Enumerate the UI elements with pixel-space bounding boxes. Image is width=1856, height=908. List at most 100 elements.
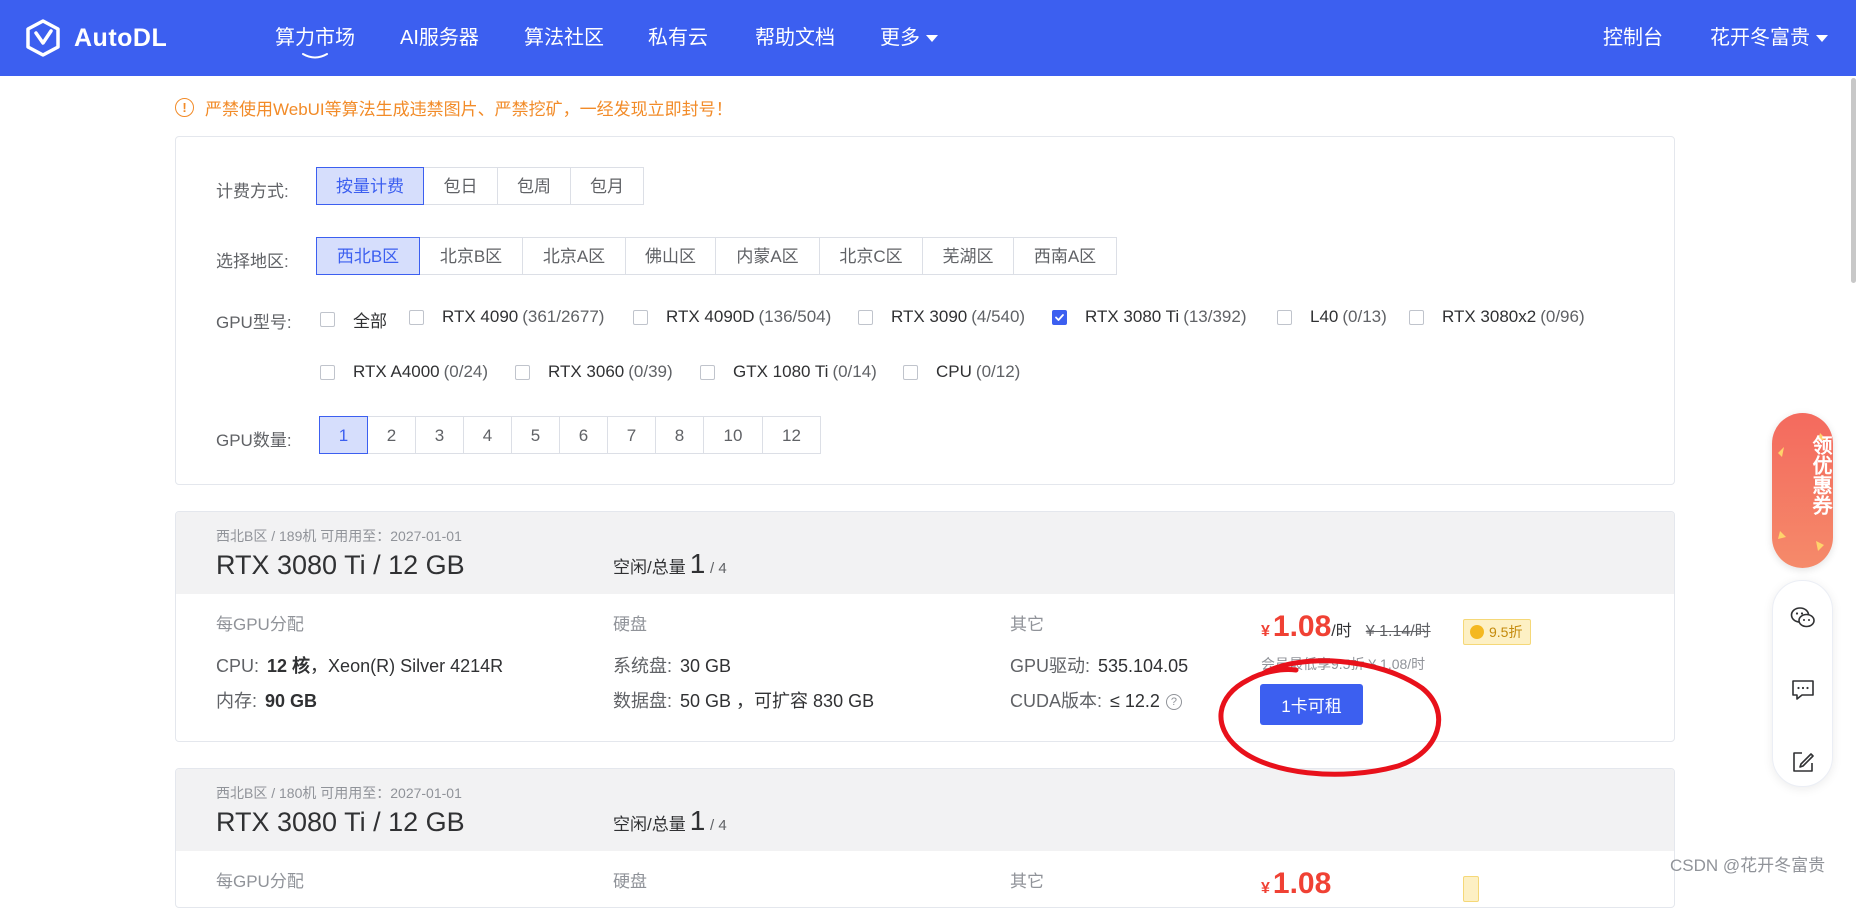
gpu-count-option[interactable]: 1 bbox=[319, 416, 368, 454]
gpu-count-option[interactable]: 8 bbox=[655, 416, 704, 454]
filter-panel: 计费方式: 按量计费 包日 包周 包月 选择地区: 西北B区 北京B区 北京A区… bbox=[175, 136, 1675, 485]
user-menu[interactable]: 花开冬富贵 bbox=[1710, 0, 1828, 76]
checkbox[interactable] bbox=[320, 364, 335, 380]
region-option[interactable]: 北京A区 bbox=[522, 237, 626, 275]
gpu-option-name: GTX 1080 Ti bbox=[733, 362, 829, 381]
machine-title: RTX 3080 Ti / 12 GB bbox=[216, 807, 465, 837]
checkbox[interactable] bbox=[515, 364, 530, 380]
gpu-option-count: (136/504) bbox=[758, 307, 832, 326]
gpu-count-option[interactable]: 5 bbox=[511, 416, 560, 454]
edit-icon[interactable] bbox=[1790, 749, 1816, 775]
driver-row: GPU驱动: 535.104.05 bbox=[1010, 652, 1188, 678]
nav-item-ai-server[interactable]: AI服务器 bbox=[400, 0, 479, 76]
gpu-option-name: CPU bbox=[936, 362, 972, 381]
gpu-option-l40[interactable]: L40 (0/13) bbox=[1277, 307, 1387, 327]
region-option[interactable]: 西南A区 bbox=[1013, 237, 1117, 275]
gpu-count-option[interactable]: 10 bbox=[703, 416, 763, 454]
nav-item-private-cloud[interactable]: 私有云 bbox=[648, 0, 708, 76]
billing-label: 计费方式: bbox=[216, 182, 289, 201]
coupon-widget[interactable]: 领优惠券 bbox=[1772, 413, 1833, 568]
gpu-option-rtx3060[interactable]: RTX 3060 (0/39) bbox=[515, 362, 673, 382]
region-segmented: 西北B区 北京B区 北京A区 佛山区 内蒙A区 北京C区 芜湖区 西南A区 bbox=[316, 237, 1117, 275]
nav-item-label: 算力市场 bbox=[275, 27, 355, 49]
nav-item-algorithm-community[interactable]: 算法社区 bbox=[524, 0, 604, 76]
gpu-option-gtx1080ti[interactable]: GTX 1080 Ti (0/14) bbox=[700, 362, 877, 382]
nav-item-label: 帮助文档 bbox=[755, 27, 835, 49]
message-icon[interactable] bbox=[1790, 677, 1816, 703]
machine-idle-total: 空闲/总量 1 / 4 bbox=[613, 805, 727, 837]
region-option[interactable]: 北京C区 bbox=[819, 237, 923, 275]
billing-option-monthly[interactable]: 包月 bbox=[570, 167, 644, 205]
checkbox[interactable] bbox=[320, 312, 335, 327]
nav-console[interactable]: 控制台 bbox=[1603, 0, 1663, 76]
gpu-option-rtx4090d[interactable]: RTX 4090D (136/504) bbox=[633, 307, 831, 327]
gpu-count-option[interactable]: 2 bbox=[367, 416, 416, 454]
checkbox[interactable] bbox=[903, 364, 918, 380]
nav-item-label: 私有云 bbox=[648, 27, 708, 49]
gpu-option-name: 全部 bbox=[353, 312, 387, 331]
wechat-icon[interactable] bbox=[1790, 605, 1816, 631]
data-disk-row: 数据盘: 50 GB ，可扩容 830 GB bbox=[613, 687, 874, 713]
checkbox[interactable] bbox=[409, 309, 424, 325]
gpu-option-count: (0/24) bbox=[443, 362, 489, 381]
price-note: 会员最低享9.5折 ¥ 1.08/时 bbox=[1261, 656, 1426, 672]
region-option[interactable]: 内蒙A区 bbox=[715, 237, 820, 275]
region-option[interactable]: 北京B区 bbox=[419, 237, 523, 275]
mem-label: 内存: bbox=[216, 691, 258, 711]
gpu-option-all[interactable]: 全部 bbox=[320, 307, 387, 332]
cpu-row: CPU: 12 核，Xeon(R) Silver 4214R bbox=[216, 652, 503, 678]
coupon-text: 领优惠券 bbox=[1809, 435, 1831, 515]
nav-item-compute-market[interactable]: 算力市场 bbox=[275, 0, 355, 76]
gpu-option-rtxa4000[interactable]: RTX A4000 (0/24) bbox=[320, 362, 488, 382]
gpu-option-rtx3080x2[interactable]: RTX 3080x2 (0/96) bbox=[1409, 307, 1585, 327]
machine-meta: 西北B区 / 180机 可用用至：2027-01-01 bbox=[216, 785, 462, 801]
price-value: 1.08 bbox=[1272, 867, 1332, 900]
gpu-option-rtx4090[interactable]: RTX 4090 (361/2677) bbox=[409, 307, 604, 327]
gpu-count-option[interactable]: 12 bbox=[762, 416, 821, 454]
price: ¥1.08 bbox=[1261, 867, 1331, 901]
billing-option-daily[interactable]: 包日 bbox=[423, 167, 498, 205]
machine-card: 西北B区 / 180机 可用用至：2027-01-01 RTX 3080 Ti … bbox=[175, 768, 1675, 908]
gpu-option-rtx3080ti[interactable]: RTX 3080 Ti (13/392) bbox=[1052, 307, 1247, 327]
cuda-value: ≤ 12.2 bbox=[1110, 691, 1160, 711]
nav-item-help-docs[interactable]: 帮助文档 bbox=[755, 0, 835, 76]
price-unit: /时 bbox=[1331, 623, 1352, 640]
checkbox-checked[interactable] bbox=[1052, 309, 1067, 325]
driver-label: GPU驱动: bbox=[1010, 656, 1091, 676]
checkbox[interactable] bbox=[700, 364, 715, 380]
question-circle-icon[interactable]: ? bbox=[1165, 694, 1182, 711]
sys-disk-row: 系统盘: 30 GB bbox=[613, 652, 731, 678]
gpu-count-option[interactable]: 3 bbox=[415, 416, 464, 454]
disk-header: 硬盘 bbox=[613, 615, 647, 634]
checkbox[interactable] bbox=[858, 309, 873, 325]
gpu-count-label: GPU数量: bbox=[216, 431, 292, 450]
logo[interactable]: AutoDL bbox=[24, 18, 167, 58]
gpu-count-option[interactable]: 6 bbox=[559, 416, 608, 454]
sys-disk-label: 系统盘: bbox=[613, 656, 673, 676]
nav-item-more[interactable]: 更多 bbox=[880, 0, 938, 76]
gpu-count-option[interactable]: 7 bbox=[607, 416, 656, 454]
checkbox[interactable] bbox=[633, 309, 648, 325]
gpu-count-option[interactable]: 4 bbox=[463, 416, 512, 454]
gpu-option-count: (13/392) bbox=[1183, 307, 1247, 326]
checkbox[interactable] bbox=[1409, 309, 1424, 325]
billing-option-weekly[interactable]: 包周 bbox=[497, 167, 571, 205]
region-option[interactable]: 芜湖区 bbox=[922, 237, 1014, 275]
price-value: 1.08 bbox=[1272, 610, 1332, 643]
cpu-model: ，Xeon(R) Silver 4214R bbox=[310, 656, 504, 676]
gpu-option-count: (361/2677) bbox=[522, 307, 605, 326]
billing-option-pay-as-you-go[interactable]: 按量计费 bbox=[316, 167, 424, 205]
rent-button[interactable]: 1卡可租 bbox=[1260, 684, 1363, 725]
gpu-option-rtx3090[interactable]: RTX 3090 (4/540) bbox=[858, 307, 1025, 327]
idle-label: 空闲/总量 bbox=[613, 558, 686, 577]
data-disk-value: 50 GB ，可扩容 830 GB bbox=[680, 691, 875, 711]
gpu-option-cpu[interactable]: CPU (0/12) bbox=[903, 362, 1020, 382]
region-option[interactable]: 西北B区 bbox=[316, 237, 420, 275]
region-option[interactable]: 佛山区 bbox=[625, 237, 716, 275]
total-count: / 4 bbox=[710, 560, 727, 577]
driver-value: 535.104.05 bbox=[1098, 656, 1189, 676]
discount-badge bbox=[1463, 876, 1479, 902]
scrollbar-thumb[interactable] bbox=[1851, 78, 1856, 283]
checkbox[interactable] bbox=[1277, 309, 1292, 325]
original-price: ¥ 1.14/时 bbox=[1365, 623, 1431, 640]
